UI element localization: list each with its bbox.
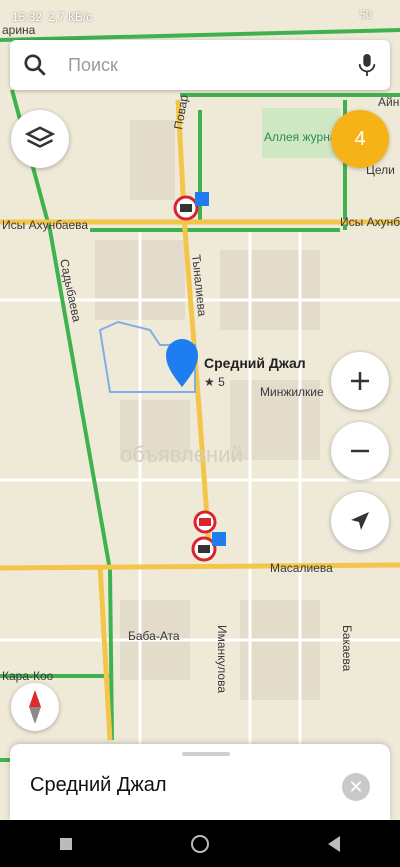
street-label-isy-right: Исы Ахунб	[340, 215, 400, 229]
layers-button[interactable]	[11, 110, 69, 168]
street-label-masal: Масалиева	[270, 561, 333, 575]
plus-icon	[351, 372, 369, 390]
search-bar[interactable]: Поиск	[10, 40, 390, 90]
street-label-isy-left: Исы Ахунбаева	[2, 218, 88, 232]
sheet-handle[interactable]	[182, 752, 230, 756]
android-nav-bar	[0, 820, 400, 867]
street-label-ayni: Айн	[378, 95, 399, 109]
street-label-bakaev: Бакаева	[340, 625, 354, 672]
search-icon[interactable]	[22, 52, 48, 78]
street-label-alley: Аллея журна	[264, 130, 337, 144]
back-icon[interactable]	[328, 835, 341, 852]
street-label-minzh: Минжилкие	[260, 385, 324, 399]
zoom-in-button[interactable]	[331, 352, 389, 410]
search-input[interactable]: Поиск	[68, 55, 356, 76]
watermark: объявлений	[120, 442, 243, 467]
home-icon[interactable]	[190, 834, 209, 853]
layers-icon	[25, 126, 55, 148]
battery-level: 50	[359, 9, 372, 21]
poi-rating: ★ 5	[204, 375, 225, 389]
bottom-sheet[interactable]: Средний Джал ✕	[10, 744, 390, 820]
compass-icon	[29, 690, 41, 724]
close-button[interactable]: ✕	[342, 773, 370, 801]
status-time: 15:32	[12, 10, 43, 24]
traffic-marker[interactable]	[193, 510, 217, 534]
zoom-out-button[interactable]	[331, 422, 389, 480]
status-bar: 15:32 2,7 КБ/с 50	[0, 0, 400, 34]
place-title: Средний Джал	[30, 774, 167, 796]
street-label-kara: Кара-Коо	[2, 669, 54, 683]
poi-name[interactable]: Средний Джал	[204, 355, 306, 371]
minus-icon	[351, 449, 369, 453]
recent-apps-icon[interactable]	[59, 837, 72, 850]
navigation-arrow-icon	[351, 512, 369, 530]
cluster-count-badge[interactable]: 4	[331, 110, 389, 168]
microphone-icon[interactable]	[356, 52, 378, 78]
street-label-imank: Иманкулова	[215, 625, 229, 693]
street-label-baba: Баба-Ата	[128, 629, 180, 643]
compass-button[interactable]	[11, 683, 59, 731]
my-location-button[interactable]	[331, 492, 389, 550]
status-speed: 2,7 КБ/с	[48, 10, 93, 24]
close-icon: ✕	[348, 776, 364, 797]
